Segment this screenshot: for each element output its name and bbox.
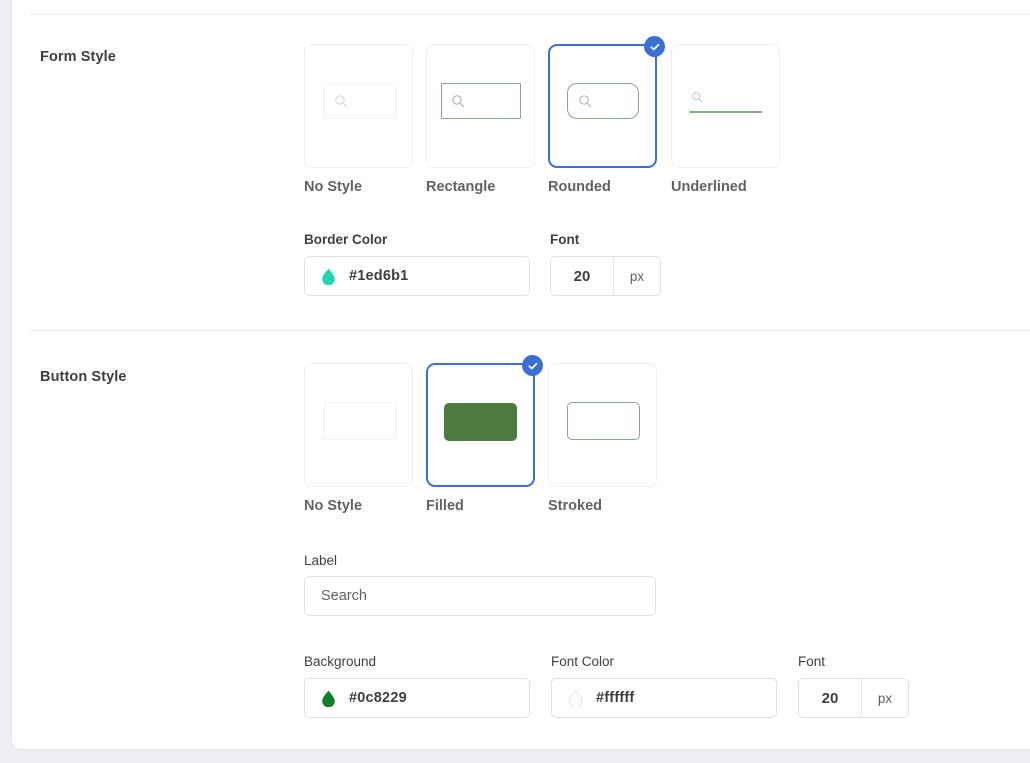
form-font-size-unit: px xyxy=(613,257,660,295)
field-label-form-font: Font xyxy=(550,232,579,247)
color-swatch-droplet-icon xyxy=(321,268,336,285)
background-color-value: #0c8229 xyxy=(349,690,407,706)
search-icon xyxy=(451,94,465,113)
divider-top xyxy=(29,14,1030,15)
button-font-size-value[interactable]: 20 xyxy=(799,679,861,717)
preview-button-stroked xyxy=(567,402,640,440)
settings-panel: Form Style No Style Rectangle xyxy=(0,0,1030,763)
button-font-size-stepper[interactable]: 20 px xyxy=(798,678,909,718)
background-color-input[interactable]: #0c8229 xyxy=(304,678,530,718)
form-style-option-rectangle[interactable] xyxy=(426,44,535,168)
form-font-size-value[interactable]: 20 xyxy=(551,257,613,295)
field-label-button-font: Font xyxy=(798,654,825,669)
form-style-option-rounded[interactable] xyxy=(548,44,657,168)
button-label-value: Search xyxy=(321,588,367,604)
border-color-input[interactable]: #1ed6b1 xyxy=(304,256,530,296)
form-font-size-stepper[interactable]: 20 px xyxy=(550,256,661,296)
preview-button-box xyxy=(323,402,396,440)
field-label-button-label: Label xyxy=(304,553,337,568)
color-swatch-droplet-icon xyxy=(568,690,583,707)
form-style-label-no-style: No Style xyxy=(304,179,362,195)
font-color-input[interactable]: #ffffff xyxy=(551,678,777,718)
preview-underline xyxy=(689,111,762,113)
button-style-label-no-style: No Style xyxy=(304,498,362,514)
form-style-label-rectangle: Rectangle xyxy=(426,179,495,195)
divider-sections xyxy=(29,330,1030,331)
search-icon xyxy=(334,94,348,113)
border-color-value: #1ed6b1 xyxy=(349,268,408,284)
field-label-background: Background xyxy=(304,654,376,669)
section-title-form-style: Form Style xyxy=(40,49,116,65)
color-swatch-droplet-icon xyxy=(321,690,336,707)
selected-check-icon xyxy=(644,36,665,57)
field-label-font-color: Font Color xyxy=(551,654,614,669)
form-style-label-underlined: Underlined xyxy=(671,179,747,195)
search-icon xyxy=(691,90,703,108)
field-label-border-color: Border Color xyxy=(304,232,387,247)
form-style-option-underlined[interactable] xyxy=(671,44,780,168)
section-title-button-style: Button Style xyxy=(40,369,127,385)
selected-check-icon xyxy=(522,355,543,376)
form-style-label-rounded: Rounded xyxy=(548,179,611,195)
button-style-label-stroked: Stroked xyxy=(548,498,602,514)
button-style-label-filled: Filled xyxy=(426,498,464,514)
button-font-size-unit: px xyxy=(861,679,908,717)
font-color-value: #ffffff xyxy=(596,690,634,706)
form-style-option-no-style[interactable] xyxy=(304,44,413,168)
button-style-option-filled[interactable] xyxy=(426,363,535,487)
button-style-option-no-style[interactable] xyxy=(304,363,413,487)
preview-button-filled xyxy=(444,403,517,441)
search-icon xyxy=(578,94,592,113)
button-label-input[interactable]: Search xyxy=(304,576,656,616)
button-style-option-stroked[interactable] xyxy=(548,363,657,487)
